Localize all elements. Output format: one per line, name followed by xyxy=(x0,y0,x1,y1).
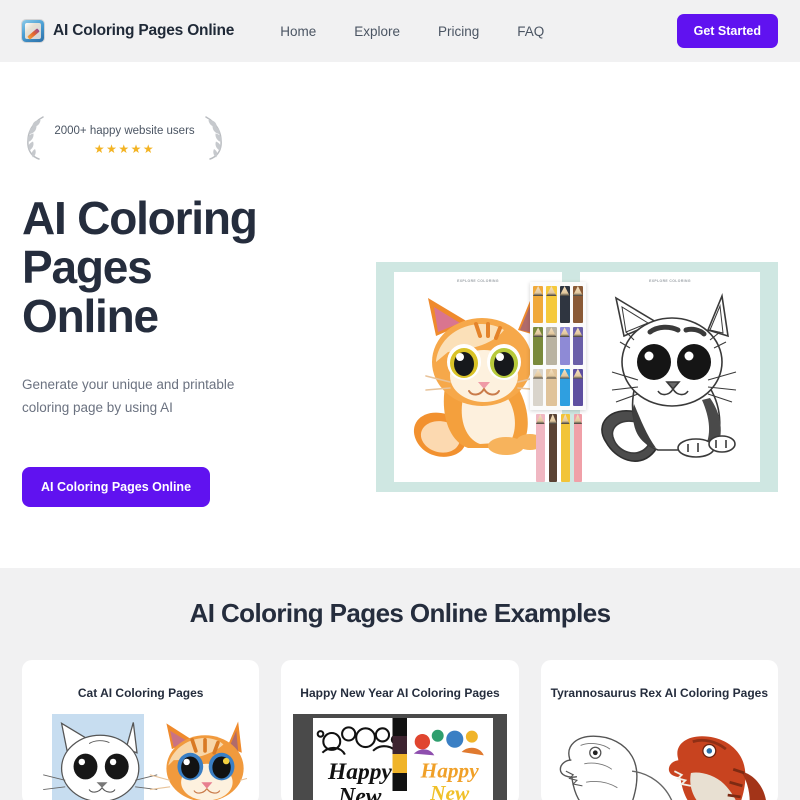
example-card-title: Cat AI Coloring Pages xyxy=(77,686,204,700)
main-nav: Home Explore Pricing FAQ xyxy=(280,24,544,39)
pencil-indigo xyxy=(572,327,583,365)
examples-title: AI Coloring Pages Online Examples xyxy=(189,598,611,628)
site-header: AI Coloring Pages Online Home Explore Pr… xyxy=(0,0,800,62)
hero-title: AI Coloring Pages Online xyxy=(22,192,258,342)
pencil-purple xyxy=(572,368,583,406)
brand-name: AI Coloring Pages Online xyxy=(53,22,235,39)
rating-stars: ★★★★★ xyxy=(93,141,156,156)
example-card-happy-new-year[interactable]: Happy New Year AI Coloring Pages Happy N… xyxy=(281,660,519,800)
happy-new-year-before-after-art: Happy New Happy New xyxy=(293,714,507,800)
rating-label: 2000+ happy website users xyxy=(54,124,195,137)
examples-card-grid: Cat AI Coloring Pages Happy New Year AI … xyxy=(22,660,778,800)
hero-section: 2000+ happy website users ★★★★★ AI Color… xyxy=(0,62,800,568)
hero-sheet-right-caption: EXPLORE COLORING xyxy=(649,279,691,283)
pencil-taupe xyxy=(546,327,557,365)
pencil-tan xyxy=(546,368,557,406)
get-started-button[interactable]: Get Started xyxy=(676,14,778,48)
pencil-violet xyxy=(559,327,570,365)
newyear-color-strip xyxy=(392,718,408,800)
hero-sheet-lineart: EXPLORE COLORING xyxy=(580,272,760,482)
example-card-cat[interactable]: Cat AI Coloring Pages xyxy=(22,660,260,800)
example-card-trex[interactable]: Tyrannosaurus Rex AI Coloring Pages xyxy=(540,660,778,800)
hero-cta-button[interactable]: AI Coloring Pages Online xyxy=(22,467,211,507)
svg-text:New: New xyxy=(429,781,470,800)
svg-text:Happy: Happy xyxy=(327,759,392,785)
laurel-wreath-left-icon xyxy=(22,115,48,161)
hero-subtitle: Generate your unique and printable color… xyxy=(22,377,235,415)
nav-item-faq[interactable]: FAQ xyxy=(517,24,544,39)
nav-item-explore[interactable]: Explore xyxy=(354,24,400,39)
pencil-row-bottom xyxy=(533,368,583,406)
loose-pencils xyxy=(536,414,582,482)
newyear-colored-sheet: Happy New xyxy=(407,718,493,800)
example-card-title: Tyrannosaurus Rex AI Coloring Pages xyxy=(550,686,769,700)
app-logo-icon xyxy=(22,20,44,42)
pencil-row-middle xyxy=(533,327,583,365)
brand-logo-link[interactable]: AI Coloring Pages Online xyxy=(22,20,234,42)
example-card-title: Happy New Year AI Coloring Pages xyxy=(300,686,500,700)
rating-badge: 2000+ happy website users ★★★★★ xyxy=(22,115,227,161)
pencil-olive xyxy=(533,327,544,365)
pencil-gold xyxy=(561,414,570,482)
svg-text:Happy: Happy xyxy=(420,759,480,783)
pencil-pink xyxy=(536,414,545,482)
rating-text-block: 2000+ happy website users ★★★★★ xyxy=(52,121,197,156)
nav-item-home[interactable]: Home xyxy=(280,24,316,39)
examples-section: AI Coloring Pages Online Examples Cat AI… xyxy=(0,568,800,800)
hero-copy: 2000+ happy website users ★★★★★ AI Color… xyxy=(22,115,372,507)
pencil-grey xyxy=(533,368,544,406)
pencil-orange xyxy=(533,286,544,324)
pencil-brown xyxy=(572,286,583,324)
line-art-cat-illustration xyxy=(590,288,750,470)
trex-before-after-art xyxy=(552,714,766,800)
nav-item-pricing[interactable]: Pricing xyxy=(438,24,479,39)
cat-before-after-art xyxy=(34,714,248,800)
pencil-palette-panel xyxy=(530,282,586,410)
pencil-row-top xyxy=(533,286,583,324)
laurel-wreath-right-icon xyxy=(201,115,227,161)
svg-text:New: New xyxy=(338,783,382,800)
pencil-rose xyxy=(573,414,582,482)
pencil-black xyxy=(559,286,570,324)
pencil-dark-brown xyxy=(548,414,557,482)
pencil-blue xyxy=(559,368,570,406)
hero-illustration: EXPLORE COLORING EXPLORE COLORING xyxy=(376,262,778,492)
pencil-yellow xyxy=(546,286,557,324)
